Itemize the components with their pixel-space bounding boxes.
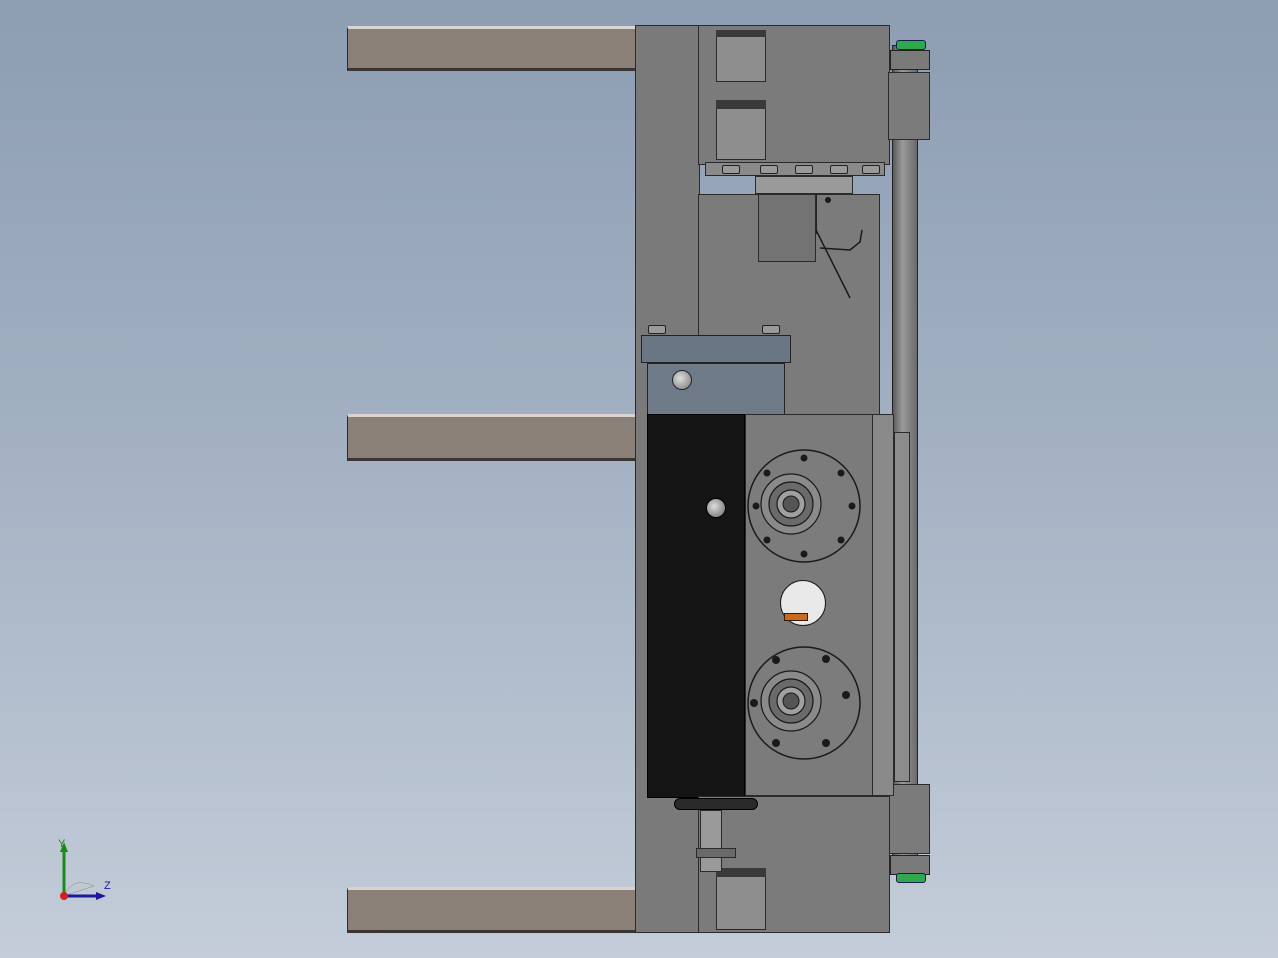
clamp-plate[interactable] [641, 335, 791, 363]
rod-clamp-top[interactable] [888, 72, 930, 140]
black-cover-panel[interactable] [647, 414, 745, 798]
hex-bolt [762, 325, 780, 334]
hex-bolt [830, 165, 848, 174]
hex-bolt [722, 165, 740, 174]
rod-clamp-bottom[interactable] [888, 784, 930, 854]
lower-pocket-stripe [716, 868, 766, 877]
bearing-flange-lower[interactable] [746, 645, 862, 761]
cad-viewport[interactable]: Y Z [0, 0, 1278, 958]
rail-bottom[interactable] [347, 887, 637, 933]
handwheel[interactable] [674, 798, 758, 810]
orange-indicator-tab [784, 613, 808, 621]
upper-pocket-2 [716, 100, 766, 160]
rod-end-top [890, 50, 930, 70]
sensor-housing[interactable] [758, 194, 816, 262]
hex-bolt [862, 165, 880, 174]
screw-nut [696, 848, 736, 858]
rail-middle[interactable] [347, 414, 637, 461]
lead-screw[interactable] [700, 810, 722, 872]
mount-strip [894, 432, 910, 782]
cover-knob[interactable] [706, 498, 726, 518]
rail-top[interactable] [347, 26, 637, 71]
clamp-screw[interactable] [672, 370, 692, 390]
hex-bolt [795, 165, 813, 174]
triad-z-label: Z [104, 880, 111, 892]
upper-pocket-1-stripe [716, 30, 766, 37]
green-end-cap-bottom[interactable] [896, 873, 926, 883]
green-end-cap-top[interactable] [896, 40, 926, 50]
gearbox-side-plate[interactable] [872, 414, 894, 796]
hex-bolt [648, 325, 666, 334]
upper-pocket-2-stripe [716, 100, 766, 109]
lower-pocket [716, 868, 766, 930]
hex-bolt [760, 165, 778, 174]
sensor-cable [815, 197, 863, 299]
rod-end-bottom [890, 855, 930, 875]
clamp-block[interactable] [647, 363, 785, 415]
triad-y-label: Y [58, 838, 66, 850]
bearing-flange-upper[interactable] [746, 448, 862, 564]
upper-pocket-1 [716, 30, 766, 82]
